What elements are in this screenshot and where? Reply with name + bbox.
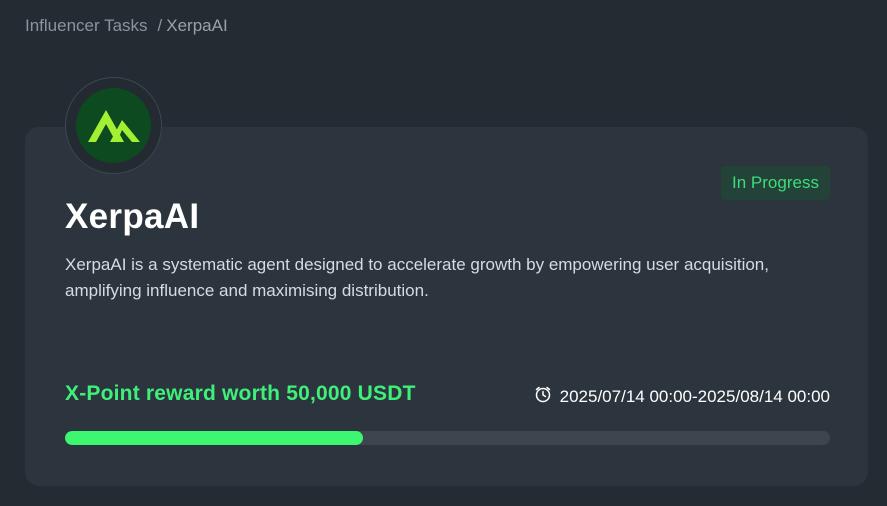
status-badge: In Progress xyxy=(721,166,830,200)
breadcrumb: Influencer Tasks / XerpaAI xyxy=(25,16,228,36)
xerpa-logo-icon xyxy=(76,88,151,163)
breadcrumb-link-influencer-tasks[interactable]: Influencer Tasks xyxy=(25,16,148,36)
date-range-text: 2025/07/14 00:00-2025/08/14 00:00 xyxy=(559,386,830,406)
breadcrumb-current: XerpaAI xyxy=(166,16,228,35)
clock-icon xyxy=(534,385,552,408)
date-range: 2025/07/14 00:00-2025/08/14 00:00 xyxy=(534,385,830,408)
progress-bar xyxy=(65,431,830,445)
progress-fill xyxy=(65,431,364,445)
project-logo xyxy=(65,77,162,174)
project-title: XerpaAI xyxy=(65,197,200,236)
breadcrumb-separator: / xyxy=(157,16,163,35)
project-description: XerpaAI is a systematic agent designed t… xyxy=(65,255,769,300)
reward-text: X-Point reward worth 50,000 USDT xyxy=(65,382,416,405)
